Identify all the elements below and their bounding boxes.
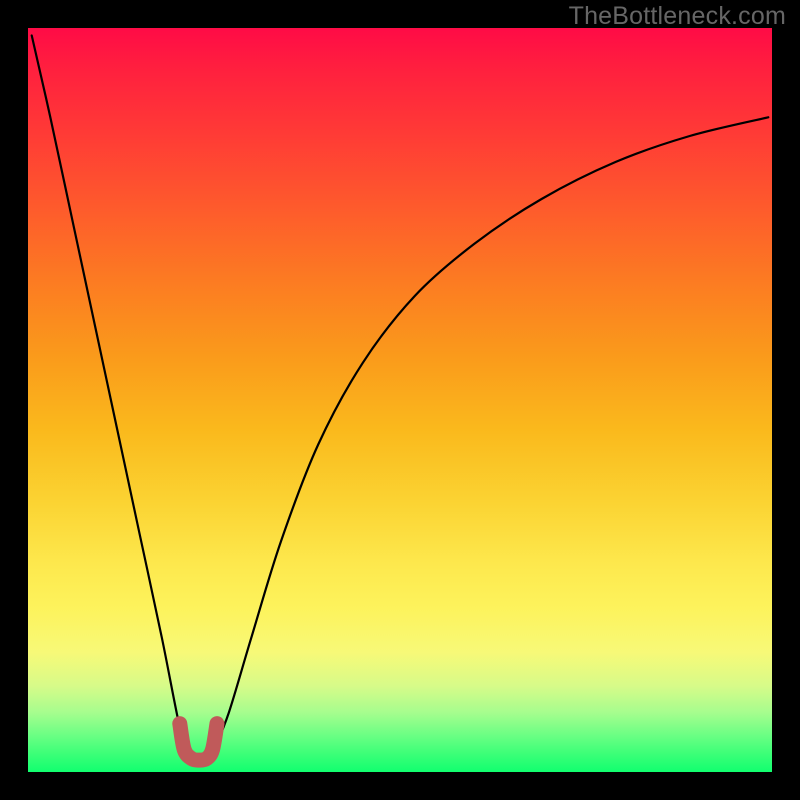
watermark-text: TheBottleneck.com [569, 2, 786, 31]
curve-left-branch [32, 35, 188, 749]
trough-highlight [180, 724, 217, 760]
curve-right-branch [214, 117, 768, 749]
outer-frame: TheBottleneck.com [0, 0, 800, 800]
chart-svg [28, 28, 772, 772]
chart-plot-area [28, 28, 772, 772]
